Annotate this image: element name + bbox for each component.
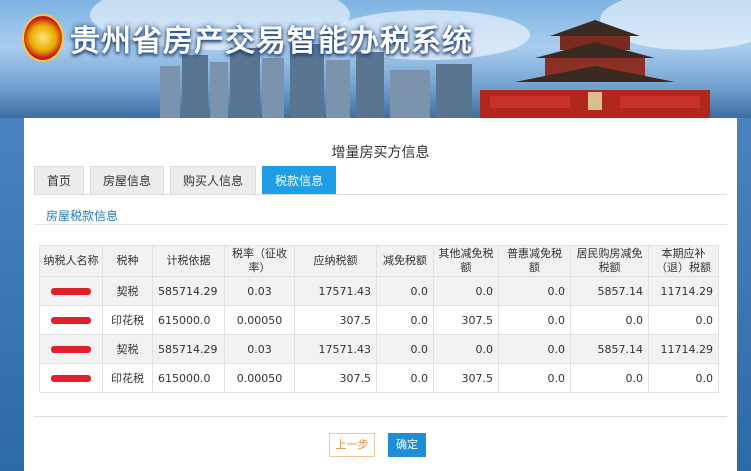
tab-divider: [34, 194, 727, 195]
relief-cell: 0.0: [376, 276, 434, 306]
table-header-row: 纳税人名称 税种 计税依据 税率（征收率） 应纳税额 减免税额 其他减免税额 普…: [39, 245, 719, 277]
taxpayer-name-cell: [39, 276, 103, 306]
other-relief-cell: 307.5: [433, 363, 499, 393]
other-relief-cell: 0.0: [433, 276, 499, 306]
column-header: 计税依据: [152, 245, 225, 277]
resident-relief-cell: 0.0: [570, 363, 649, 393]
tax-table: 纳税人名称 税种 计税依据 税率（征收率） 应纳税额 减免税额 其他减免税额 普…: [39, 245, 719, 393]
tax-rate-cell: 0.00050: [224, 363, 295, 393]
column-header: 税率（征收率）: [224, 245, 295, 277]
payable-cell: 307.5: [294, 305, 377, 335]
inclusive-relief-cell: 0.0: [498, 276, 571, 306]
tax-basis-cell: 585714.29: [152, 334, 225, 364]
tab-tax-info[interactable]: 税款信息: [262, 166, 337, 195]
table-row: 印花税 615000.0 0.00050 307.5 0.0 307.5 0.0…: [39, 363, 719, 393]
due-cell: 0.0: [648, 305, 719, 335]
payable-cell: 17571.43: [294, 276, 377, 306]
tax-rate-cell: 0.00050: [224, 305, 295, 335]
taxpayer-name-cell: [39, 334, 103, 364]
relief-cell: 0.0: [376, 305, 434, 335]
table-row: 印花税 615000.0 0.00050 307.5 0.0 307.5 0.0…: [39, 305, 719, 335]
column-header: 应纳税额: [294, 245, 377, 277]
building-decoration: [436, 64, 472, 118]
column-header: 减免税额: [376, 245, 434, 277]
building-decoration: [356, 52, 384, 118]
inclusive-relief-cell: 0.0: [498, 363, 571, 393]
column-header: 税种: [102, 245, 153, 277]
column-header: 本期应补（退）税额: [648, 245, 719, 277]
tab-bar: 首页 房屋信息 购买人信息 税款信息: [34, 166, 337, 195]
resident-relief-cell: 0.0: [570, 305, 649, 335]
page-title: 增量房买方信息: [331, 145, 430, 161]
tax-type-cell: 印花税: [102, 363, 153, 393]
table-row: 契税 585714.29 0.03 17571.43 0.0 0.0 0.0 5…: [39, 276, 719, 306]
redaction-mark: [51, 288, 91, 295]
due-cell: 0.0: [648, 363, 719, 393]
building-decoration: [210, 62, 228, 118]
national-emblem-icon: [22, 14, 64, 62]
main-panel: 增量房买方信息 首页 房屋信息 购买人信息 税款信息 房屋税款信息 纳税人名称 …: [24, 118, 737, 471]
due-cell: 11714.29: [648, 334, 719, 364]
tax-rate-cell: 0.03: [224, 334, 295, 364]
column-header: 其他减免税额: [433, 245, 499, 277]
redaction-mark: [51, 346, 91, 353]
building-decoration: [390, 70, 430, 118]
inclusive-relief-cell: 0.0: [498, 305, 571, 335]
tab-house-info[interactable]: 房屋信息: [90, 166, 165, 195]
building-decoration: [160, 66, 180, 118]
inclusive-relief-cell: 0.0: [498, 334, 571, 364]
taxpayer-name-cell: [39, 363, 103, 393]
redaction-mark: [51, 317, 91, 324]
confirm-button[interactable]: 确定: [388, 433, 426, 457]
building-decoration: [262, 58, 284, 118]
column-header: 纳税人名称: [39, 245, 103, 277]
payable-cell: 307.5: [294, 363, 377, 393]
column-header: 普惠减免税额: [498, 245, 571, 277]
background-strip: [737, 118, 751, 471]
tax-type-cell: 契税: [102, 276, 153, 306]
column-header: 居民购房减免税额: [570, 245, 649, 277]
tab-home[interactable]: 首页: [34, 166, 85, 195]
tax-basis-cell: 615000.0: [152, 363, 225, 393]
relief-cell: 0.0: [376, 334, 434, 364]
tax-type-cell: 印花税: [102, 305, 153, 335]
header-banner: 贵州省房产交易智能办税系统: [0, 0, 751, 118]
resident-relief-cell: 5857.14: [570, 276, 649, 306]
taxpayer-name-cell: [39, 305, 103, 335]
other-relief-cell: 307.5: [433, 305, 499, 335]
tax-basis-cell: 585714.29: [152, 276, 225, 306]
footer-divider: [34, 416, 727, 417]
system-title: 贵州省房产交易智能办税系统: [70, 24, 473, 59]
building-decoration: [326, 60, 350, 118]
tax-type-cell: 契税: [102, 334, 153, 364]
tax-basis-cell: 615000.0: [152, 305, 225, 335]
relief-cell: 0.0: [376, 363, 434, 393]
gate-tower-illustration: [480, 20, 710, 118]
previous-step-button[interactable]: 上一步: [329, 433, 375, 457]
section-divider: [34, 224, 727, 225]
building-decoration: [182, 55, 208, 118]
table-row: 契税 585714.29 0.03 17571.43 0.0 0.0 0.0 5…: [39, 334, 719, 364]
section-title: 房屋税款信息: [46, 209, 119, 223]
other-relief-cell: 0.0: [433, 334, 499, 364]
redaction-mark: [51, 375, 91, 382]
due-cell: 11714.29: [648, 276, 719, 306]
tax-rate-cell: 0.03: [224, 276, 295, 306]
background-strip: [0, 118, 24, 471]
payable-cell: 17571.43: [294, 334, 377, 364]
resident-relief-cell: 5857.14: [570, 334, 649, 364]
tab-buyer-info[interactable]: 购买人信息: [170, 166, 257, 195]
